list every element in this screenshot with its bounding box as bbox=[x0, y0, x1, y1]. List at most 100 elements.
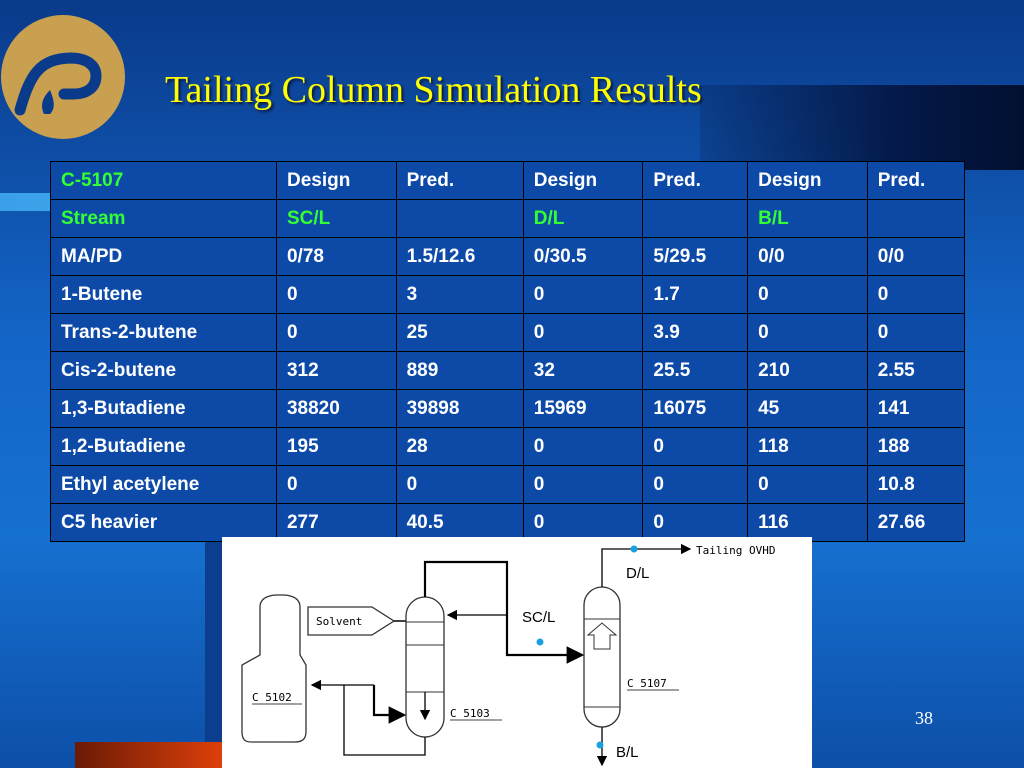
c5107-label: C 5107 bbox=[627, 677, 667, 690]
value-cell: 141 bbox=[866, 389, 966, 428]
scl-label: SC/L bbox=[522, 609, 555, 626]
component-name-cell: C5 heavier bbox=[50, 503, 277, 542]
component-name-cell: MA/PD bbox=[50, 237, 277, 276]
value-cell: 0 bbox=[522, 427, 644, 466]
decor-left-strip bbox=[205, 540, 223, 768]
value-cell: 118 bbox=[747, 427, 868, 466]
value-cell: 27.66 bbox=[866, 503, 966, 542]
value-cell: 39898 bbox=[395, 389, 524, 428]
value-cell: 889 bbox=[395, 351, 524, 390]
value-cell: 40.5 bbox=[395, 503, 524, 542]
value-cell: 10.8 bbox=[866, 465, 966, 504]
value-cell: 3.9 bbox=[642, 313, 749, 352]
table-row: 1-Butene 0 3 0 1.7 0 0 bbox=[50, 275, 966, 314]
slide-number: 38 bbox=[915, 708, 933, 728]
value-cell: 0 bbox=[275, 465, 397, 504]
value-cell: 0 bbox=[866, 275, 966, 314]
value-cell: 25 bbox=[395, 313, 524, 352]
value-cell: 0 bbox=[747, 465, 868, 504]
process-flow-diagram: C 5102 Solvent C 5103 C 5107 Tailing OVH… bbox=[222, 537, 812, 768]
header-cell: Design bbox=[747, 161, 868, 200]
value-cell: 32 bbox=[522, 351, 644, 390]
table-row: 1,3-Butadiene 38820 39898 15969 16075 45… bbox=[50, 389, 966, 428]
c5102-label: C 5102 bbox=[252, 691, 292, 704]
header-cell: Design bbox=[275, 161, 397, 200]
company-logo-icon bbox=[1, 15, 125, 139]
value-cell: 1.7 bbox=[642, 275, 749, 314]
value-cell: 25.5 bbox=[642, 351, 749, 390]
value-cell: 312 bbox=[275, 351, 397, 390]
value-cell: 195 bbox=[275, 427, 397, 466]
value-cell: 0/0 bbox=[747, 237, 868, 276]
value-cell: 15969 bbox=[522, 389, 644, 428]
header-cell: Pred. bbox=[642, 161, 749, 200]
decor-dark-bar bbox=[700, 85, 1024, 170]
tailing-ovhd-label: Tailing OVHD bbox=[696, 544, 775, 557]
header-cell: Design bbox=[522, 161, 644, 200]
value-cell: 16075 bbox=[642, 389, 749, 428]
value-cell: 3 bbox=[395, 275, 524, 314]
component-name-cell: Ethyl acetylene bbox=[50, 465, 277, 504]
value-cell: 0 bbox=[522, 275, 644, 314]
table-row: Trans-2-butene 0 25 0 3.9 0 0 bbox=[50, 313, 966, 352]
stream-cell: D/L bbox=[522, 199, 644, 238]
header-cell: C-5107 bbox=[50, 161, 277, 200]
table-row: MA/PD 0/78 1.5/12.6 0/30.5 5/29.5 0/0 0/… bbox=[50, 237, 966, 276]
value-cell: 0 bbox=[275, 313, 397, 352]
value-cell: 0 bbox=[522, 313, 644, 352]
value-cell: 0 bbox=[395, 465, 524, 504]
slide-title: Tailing Column Simulation Results bbox=[165, 69, 702, 111]
value-cell: 1.5/12.6 bbox=[395, 237, 524, 276]
table-row: C5 heavier 277 40.5 0 0 116 27.66 bbox=[50, 503, 966, 542]
header-cell: Pred. bbox=[866, 161, 966, 200]
value-cell: 0 bbox=[522, 503, 644, 542]
decor-bottom-strip bbox=[75, 742, 225, 768]
table-header-row: C-5107 Design Pred. Design Pred. Design … bbox=[50, 161, 966, 200]
table-row: Ethyl acetylene 0 0 0 0 0 10.8 bbox=[50, 465, 966, 504]
value-cell: 210 bbox=[747, 351, 868, 390]
solvent-label: Solvent bbox=[316, 615, 362, 628]
stream-cell bbox=[642, 199, 749, 238]
stream-row: Stream SC/L D/L B/L bbox=[50, 199, 966, 238]
stream-cell: SC/L bbox=[275, 199, 397, 238]
component-name-cell: 1,2-Butadiene bbox=[50, 427, 277, 466]
value-cell: 0 bbox=[642, 503, 749, 542]
value-cell: 28 bbox=[395, 427, 524, 466]
table-row: Cis-2-butene 312 889 32 25.5 210 2.55 bbox=[50, 351, 966, 390]
value-cell: 2.55 bbox=[866, 351, 966, 390]
value-cell: 277 bbox=[275, 503, 397, 542]
dl-stream-marker bbox=[630, 545, 638, 553]
value-cell: 0 bbox=[747, 313, 868, 352]
stream-cell: B/L bbox=[747, 199, 868, 238]
column-c5103: C 5103 bbox=[405, 596, 502, 738]
value-cell: 45 bbox=[747, 389, 868, 428]
value-cell: 188 bbox=[866, 427, 966, 466]
value-cell: 0 bbox=[642, 465, 749, 504]
results-table: C-5107 Design Pred. Design Pred. Design … bbox=[50, 161, 966, 542]
c5103-label: C 5103 bbox=[450, 707, 490, 720]
value-cell: 0 bbox=[866, 313, 966, 352]
value-cell: 38820 bbox=[275, 389, 397, 428]
column-c5102: C 5102 bbox=[241, 594, 307, 743]
value-cell: 5/29.5 bbox=[642, 237, 749, 276]
component-name-cell: 1-Butene bbox=[50, 275, 277, 314]
bl-label: B/L bbox=[616, 744, 639, 761]
stream-cell bbox=[395, 199, 524, 238]
solvent-feed: Solvent bbox=[307, 606, 406, 636]
value-cell: 0/30.5 bbox=[522, 237, 644, 276]
table-row: 1,2-Butadiene 195 28 0 0 118 188 bbox=[50, 427, 966, 466]
value-cell: 0 bbox=[275, 275, 397, 314]
header-cell: Pred. bbox=[395, 161, 524, 200]
value-cell: 0 bbox=[747, 275, 868, 314]
component-name-cell: Trans-2-butene bbox=[50, 313, 277, 352]
component-name-cell: 1,3-Butadiene bbox=[50, 389, 277, 428]
column-c5107: C 5107 bbox=[583, 586, 679, 728]
dl-label: D/L bbox=[626, 565, 649, 582]
scl-stream-marker bbox=[536, 638, 544, 646]
bl-stream-marker bbox=[596, 741, 604, 749]
value-cell: 0 bbox=[522, 465, 644, 504]
value-cell: 0/0 bbox=[866, 237, 966, 276]
component-name-cell: Cis-2-butene bbox=[50, 351, 277, 390]
value-cell: 0/78 bbox=[275, 237, 397, 276]
stream-cell bbox=[866, 199, 966, 238]
